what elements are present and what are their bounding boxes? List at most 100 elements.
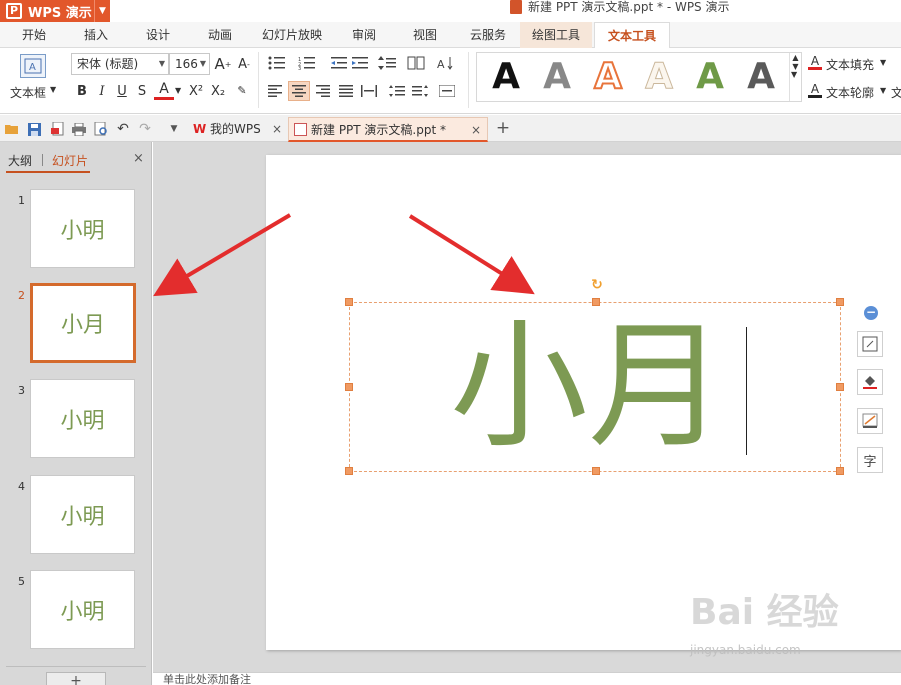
- italic-button[interactable]: I: [94, 82, 110, 100]
- tab-animation[interactable]: 动画: [200, 22, 240, 48]
- bullet-list-icon[interactable]: [266, 54, 288, 72]
- text-style-black[interactable]: A: [481, 57, 531, 97]
- text-effect-button[interactable]: 文: [891, 84, 901, 101]
- export-pdf-icon[interactable]: [50, 121, 66, 137]
- tab-review[interactable]: 审阅: [344, 22, 384, 48]
- notes-placeholder[interactable]: 单击此处添加备注: [163, 674, 251, 685]
- close-icon[interactable]: ×: [133, 151, 144, 166]
- tab-drawing-tools[interactable]: 绘图工具: [520, 22, 592, 48]
- print-icon[interactable]: [71, 121, 87, 137]
- superscript-button[interactable]: X²: [186, 82, 206, 100]
- print-preview-icon[interactable]: [93, 121, 109, 137]
- subscript-button[interactable]: X₂: [208, 82, 228, 100]
- text-outline-dropdown-icon[interactable]: ▼: [880, 86, 886, 95]
- notes-bar[interactable]: 单击此处添加备注: [153, 672, 901, 685]
- text-fill-dropdown-icon[interactable]: ▼: [880, 58, 886, 67]
- tab-design[interactable]: 设计: [138, 22, 178, 48]
- add-slide-button[interactable]: +: [46, 672, 106, 685]
- redo-icon[interactable]: ↷: [137, 121, 153, 137]
- slide-thumbnail[interactable]: 小明: [30, 379, 135, 458]
- tab-slideshow[interactable]: 幻灯片放映: [258, 22, 326, 48]
- shape-style-icon[interactable]: [857, 331, 883, 357]
- fill-bucket-icon[interactable]: [857, 369, 883, 395]
- grow-font-icon[interactable]: A +: [214, 54, 232, 74]
- app-menu-dropdown-icon[interactable]: ▼: [94, 0, 110, 22]
- quick-access-dropdown-icon[interactable]: ▼: [166, 121, 182, 137]
- increase-indent-icon[interactable]: [351, 54, 369, 72]
- textbox-dropdown-icon[interactable]: ▼: [50, 85, 56, 94]
- text-style-gallery[interactable]: A A A A A A ▲ ▼: [476, 52, 802, 102]
- undo-icon[interactable]: ↶: [115, 121, 131, 137]
- textbox-icon[interactable]: A: [20, 54, 46, 78]
- doctab-my-wps[interactable]: W 我的WPS ×: [188, 117, 288, 142]
- resize-handle-bottom[interactable]: [592, 467, 600, 475]
- font-color-button[interactable]: A: [154, 80, 174, 100]
- text-fill-icon[interactable]: A: [808, 54, 822, 70]
- outline-pen-icon[interactable]: [857, 408, 883, 434]
- selected-textbox[interactable]: 小月 ↻: [345, 278, 844, 475]
- line-spacing-icon[interactable]: [376, 54, 398, 72]
- text-direction-icon[interactable]: A: [435, 54, 457, 72]
- text-outline-icon[interactable]: A: [808, 82, 822, 98]
- ppt-file-icon: [294, 123, 307, 136]
- open-folder-icon[interactable]: [4, 121, 20, 137]
- collapse-toolbar-icon[interactable]: −: [864, 306, 878, 320]
- align-left-icon[interactable]: [266, 82, 284, 100]
- font-size-select[interactable]: 166 ▼: [169, 53, 210, 75]
- font-color-dropdown-icon[interactable]: ▼: [175, 86, 181, 95]
- strikethrough-button[interactable]: S: [134, 82, 150, 100]
- underline-button[interactable]: U: [114, 82, 130, 100]
- bold-button[interactable]: B: [74, 82, 90, 100]
- resize-handle-top[interactable]: [592, 298, 600, 306]
- text-outline-button[interactable]: 文本轮廓: [826, 84, 874, 101]
- textbox-button-label[interactable]: 文本框: [10, 84, 46, 101]
- resize-handle-left[interactable]: [345, 383, 353, 391]
- resize-handle-top-right[interactable]: [836, 298, 844, 306]
- new-tab-icon[interactable]: +: [494, 118, 512, 138]
- align-right-icon[interactable]: [314, 82, 332, 100]
- tab-home[interactable]: 开始: [14, 22, 54, 48]
- justify-icon[interactable]: [337, 82, 355, 100]
- paragraph-spacing-icon[interactable]: [388, 82, 406, 100]
- tab-slides[interactable]: 幻灯片: [52, 152, 88, 169]
- text-style-gray[interactable]: A: [532, 57, 582, 97]
- decrease-indent-icon[interactable]: [330, 54, 348, 72]
- tab-cloud[interactable]: 云服务: [462, 22, 514, 48]
- slide-thumbnail[interactable]: 小明: [30, 475, 135, 554]
- distribute-icon[interactable]: [360, 82, 378, 100]
- resize-handle-bottom-left[interactable]: [345, 467, 353, 475]
- slide-title-text[interactable]: 小月: [450, 303, 750, 473]
- text-fill-button[interactable]: 文本填充: [826, 56, 874, 73]
- font-name-select[interactable]: 宋体 (标题) ▼: [71, 53, 169, 75]
- tab-outline[interactable]: 大纲: [8, 152, 32, 169]
- rotate-handle-icon[interactable]: ↻: [590, 278, 604, 292]
- slide-thumbnail[interactable]: 小明: [30, 570, 135, 649]
- text-style-dark-gray[interactable]: A: [736, 57, 786, 97]
- doctab-presentation[interactable]: 新建 PPT 演示文稿.ppt * ×: [288, 117, 488, 142]
- numbered-list-icon[interactable]: 123: [296, 54, 318, 72]
- resize-handle-top-left[interactable]: [345, 298, 353, 306]
- tab-text-tools[interactable]: 文本工具: [594, 22, 670, 49]
- text-style-orange-outline[interactable]: A: [583, 56, 633, 98]
- resize-handle-bottom-right[interactable]: [836, 467, 844, 475]
- columns-icon[interactable]: [405, 54, 427, 72]
- slide-thumbnail[interactable]: 小明: [30, 189, 135, 268]
- resize-handle-right[interactable]: [836, 383, 844, 391]
- text-format-icon[interactable]: 字: [857, 447, 883, 473]
- gallery-expand-icon[interactable]: ▼: [791, 70, 797, 79]
- close-icon[interactable]: ×: [471, 118, 481, 143]
- slide-thumbnail-selected[interactable]: 小月: [30, 283, 136, 363]
- wps-app-menu[interactable]: P WPS 演示 ▼: [0, 0, 110, 22]
- tab-insert[interactable]: 插入: [76, 22, 116, 48]
- text-spacing-icon[interactable]: [411, 82, 429, 100]
- text-style-green[interactable]: A: [685, 57, 735, 97]
- align-center-icon[interactable]: [288, 81, 310, 101]
- vertical-align-icon[interactable]: [436, 82, 458, 100]
- shrink-font-icon[interactable]: A-: [235, 54, 253, 74]
- save-icon[interactable]: [26, 121, 42, 137]
- text-style-light[interactable]: A: [634, 56, 684, 97]
- tab-view[interactable]: 视图: [405, 22, 445, 48]
- close-icon[interactable]: ×: [272, 117, 282, 142]
- clear-format-icon[interactable]: ✎: [233, 80, 251, 100]
- slide-canvas[interactable]: 小月 ↻: [266, 155, 901, 650]
